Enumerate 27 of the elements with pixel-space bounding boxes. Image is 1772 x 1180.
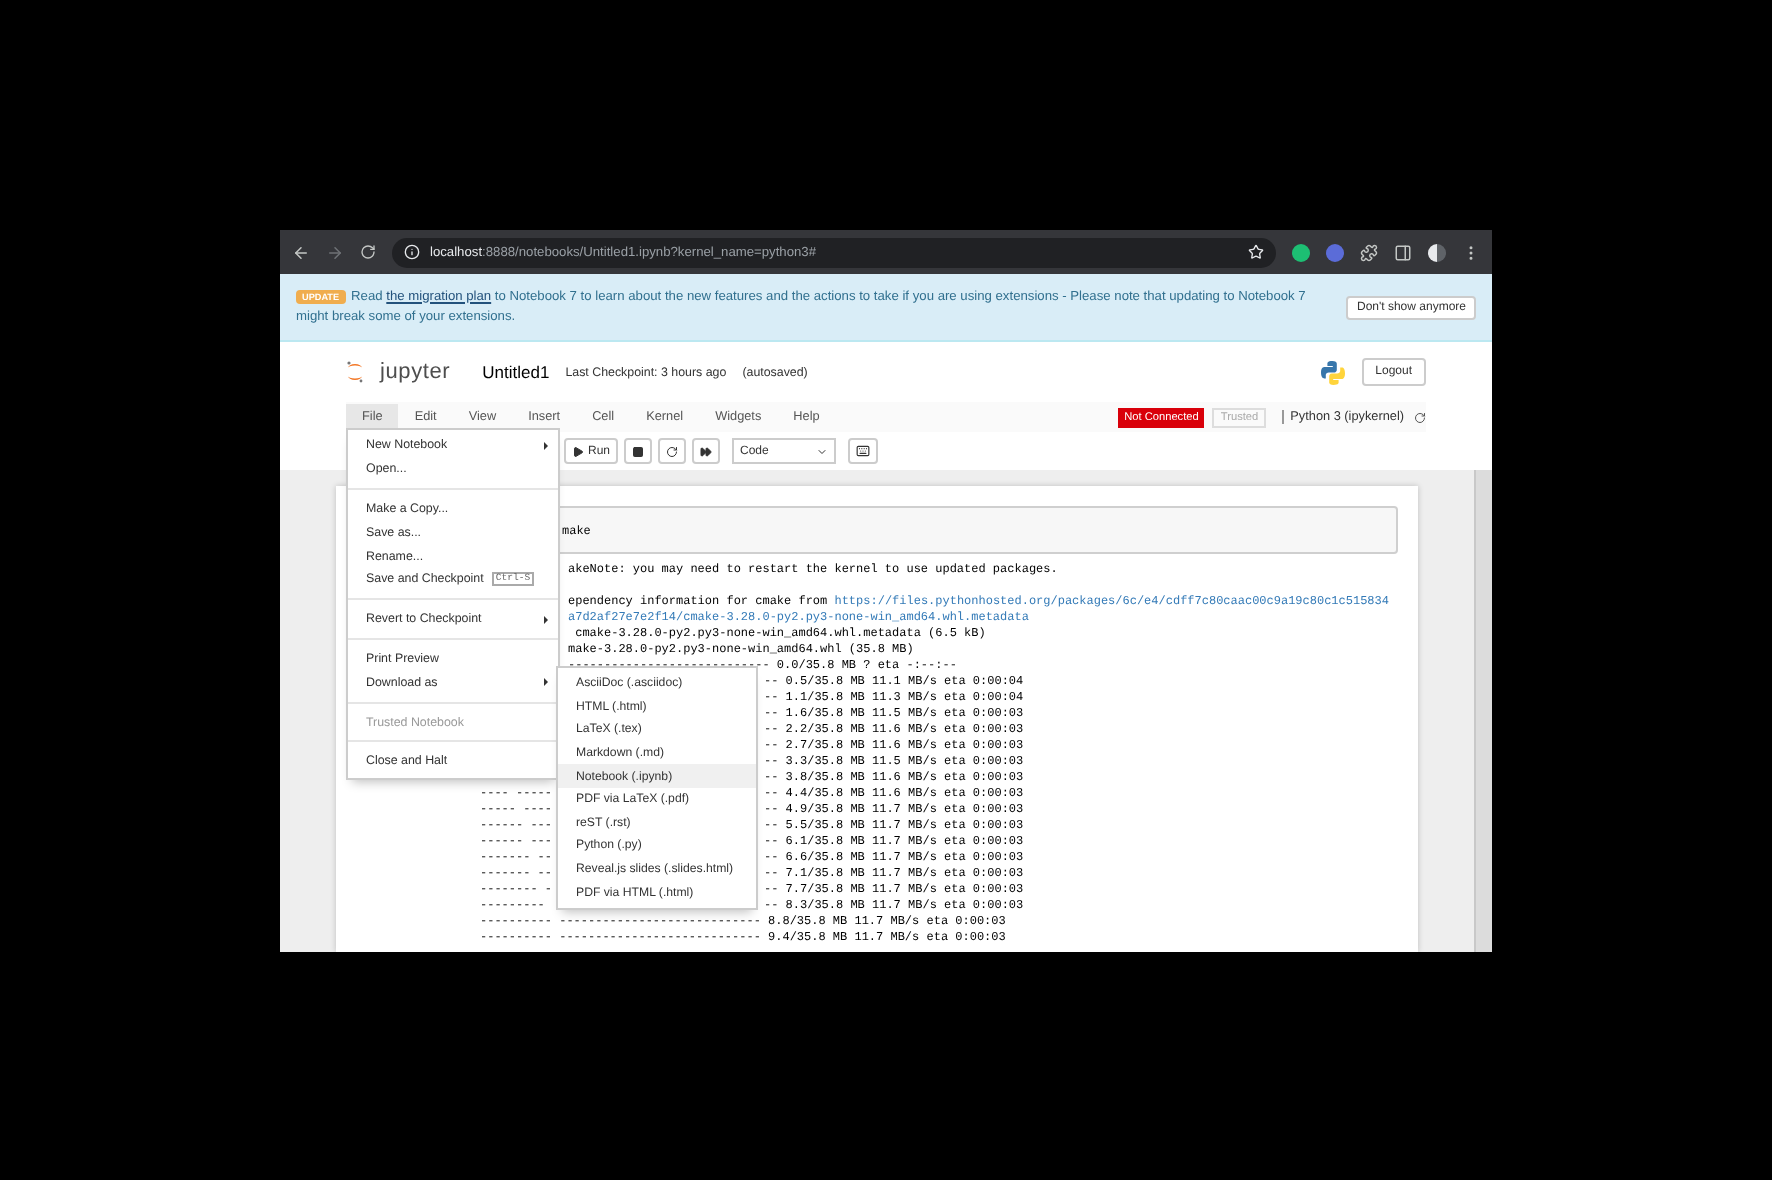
caret-icon: [544, 615, 548, 624]
reload-icon[interactable]: [360, 244, 376, 260]
kernel-indicator-icon: [1414, 411, 1426, 423]
notebook-title[interactable]: Untitled1: [482, 362, 550, 382]
side-panel-icon[interactable]: [1394, 243, 1412, 261]
jupyter-logo-text: jupyter: [380, 360, 451, 384]
keyboard-icon: [856, 444, 871, 458]
stop-button[interactable]: [624, 438, 653, 464]
restart-icon: [666, 445, 679, 457]
chevron-down-icon: [816, 445, 829, 457]
forward-icon[interactable]: [326, 243, 344, 261]
jupyter-logo-icon: [346, 360, 364, 384]
extensions-icon[interactable]: [1360, 243, 1378, 261]
fast-forward-icon: [700, 445, 713, 457]
caret-icon: [544, 678, 548, 687]
restart-button[interactable]: [658, 438, 687, 464]
stop-icon: [632, 445, 645, 457]
info-icon[interactable]: [404, 244, 420, 260]
scrollbar[interactable]: [1474, 470, 1492, 952]
restart-run-all-button[interactable]: [692, 438, 721, 464]
back-icon[interactable]: [292, 243, 310, 261]
command-palette-button[interactable]: [848, 438, 879, 464]
caret-icon: [544, 441, 548, 450]
bookmark-star-icon[interactable]: [1248, 244, 1264, 260]
play-icon: [572, 445, 584, 457]
python-logo-icon: [1319, 359, 1346, 385]
profile-icon[interactable]: [1428, 243, 1446, 261]
